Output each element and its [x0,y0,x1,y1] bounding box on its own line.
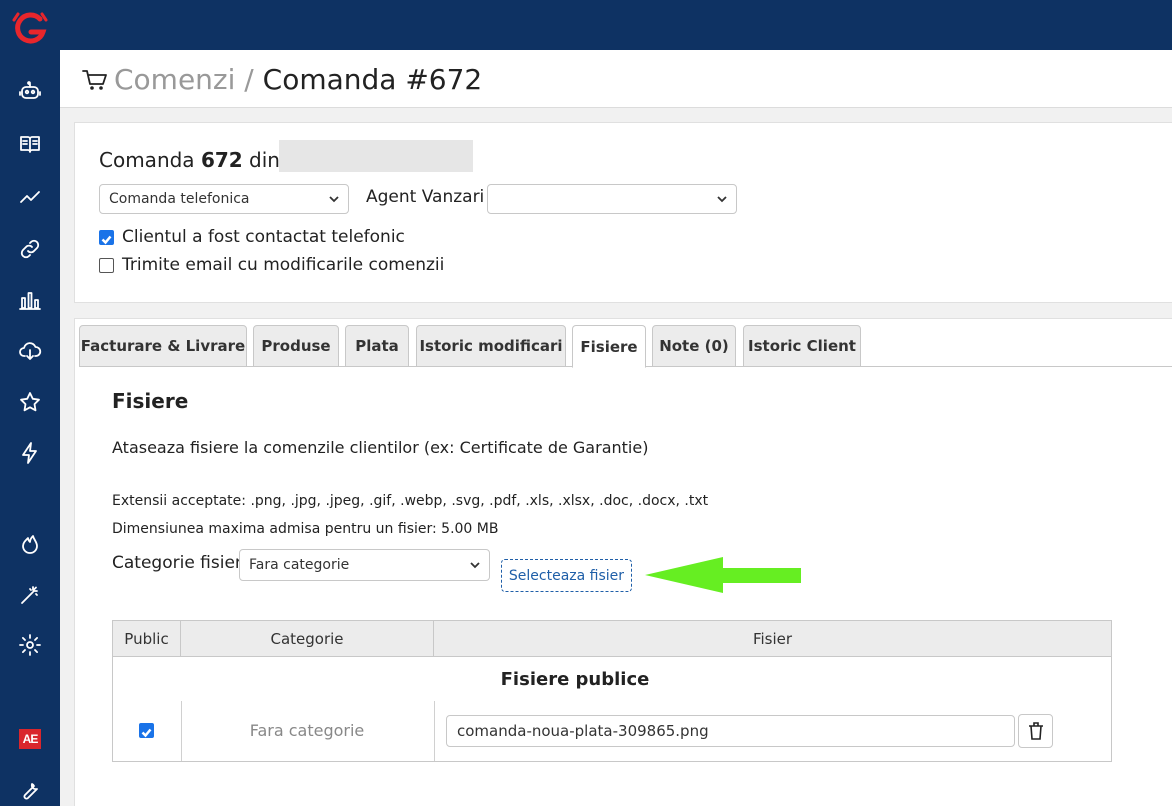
top-bar [60,0,1172,50]
book-icon[interactable] [0,124,60,164]
agent-label: Agent Vanzari [366,187,485,207]
order-panel: Comanda 672 din Comanda telefonica Agent… [74,122,1172,303]
order-title-prefix: Comanda [99,148,201,172]
order-number: 672 [200,148,243,172]
table-header: Public Categorie Fisier [113,621,1111,657]
trend-icon[interactable] [0,177,60,217]
tab-plata[interactable]: Plata [345,325,409,367]
tab-note[interactable]: Note (0) [652,325,736,367]
section-title: Fisiere [112,389,189,413]
magic-wand-icon[interactable] [0,575,60,615]
tab-istoric-modificari[interactable]: Istoric modificari [416,325,566,367]
link-icon[interactable] [0,229,60,269]
page-header: Comenzi / Comanda #672 [60,50,1172,108]
star-icon[interactable] [0,382,60,422]
max-size-info: Dimensiunea maxima admisa pentru un fisi… [112,521,499,537]
row-category: Fara categorie [249,721,365,740]
arrow-annotation-icon [645,557,801,593]
file-category-select[interactable]: Fara categorie [239,549,490,581]
breadcrumb-separator: / [235,63,263,96]
tabs-panel: Facturare & Livrare Produse Plata Istori… [74,318,1172,806]
cloud-download-icon[interactable] [0,331,60,371]
cart-icon [82,70,107,90]
bar-chart-icon[interactable] [0,280,60,320]
order-source-select[interactable]: Comanda telefonica [99,184,349,214]
tab-strip: Facturare & Livrare Produse Plata Istori… [79,325,1172,368]
file-category-value: Fara categorie [249,557,350,573]
check-icon [141,728,152,738]
chevron-down-icon [717,196,727,203]
file-name-field[interactable]: comanda-noua-plata-309865.png [446,715,1015,747]
select-file-button[interactable]: Selecteaza fisier [501,559,632,592]
chevron-down-icon [329,196,339,203]
breadcrumb-parent[interactable]: Comenzi [114,63,235,96]
section-description: Ataseaza fisiere la comenzile clientilor… [112,438,649,457]
ae-badge-icon[interactable]: AE [19,729,41,749]
bolt-icon[interactable] [0,433,60,473]
email-checkbox[interactable] [99,258,114,273]
group-title: Fisiere publice [500,669,650,690]
agent-select[interactable] [487,184,737,214]
tab-fisiere[interactable]: Fisiere [572,325,646,368]
sidebar: AE [0,0,60,806]
logo-icon[interactable] [12,10,48,48]
wrench-icon[interactable] [0,770,60,806]
order-title: Comanda 672 din [99,148,280,172]
trash-icon [1028,722,1043,740]
tab-istoric-client[interactable]: Istoric Client [743,325,861,367]
tab-produse[interactable]: Produse [253,325,339,367]
header-categorie: Categorie [181,621,434,657]
chevron-down-icon [470,562,480,569]
check-icon [101,235,112,245]
contacted-label[interactable]: Clientul a fost contactat telefonic [122,227,405,247]
files-table: Public Categorie Fisier Fisiere publice … [112,620,1112,762]
accepted-extensions: Extensii acceptate: .png, .jpg, .jpeg, .… [112,493,709,509]
robot-icon[interactable] [0,71,60,111]
breadcrumb: Comenzi / Comanda #672 [114,63,482,96]
column-divider [434,701,435,761]
category-label: Categorie fisier [112,553,242,573]
order-title-suffix: din [242,148,280,172]
tab-facturare-livrare[interactable]: Facturare & Livrare [79,325,247,367]
email-label[interactable]: Trimite email cu modificarile comenzii [122,255,444,275]
gear-icon[interactable] [0,625,60,665]
header-public: Public [113,621,181,657]
flame-icon[interactable] [0,524,60,564]
breadcrumb-current: Comanda #672 [262,63,483,96]
contacted-checkbox[interactable] [99,230,114,245]
redacted-date [279,140,473,172]
order-source-value: Comanda telefonica [109,191,250,207]
public-checkbox[interactable] [139,723,154,738]
delete-file-button[interactable] [1018,714,1053,748]
header-fisier: Fisier [752,630,793,648]
